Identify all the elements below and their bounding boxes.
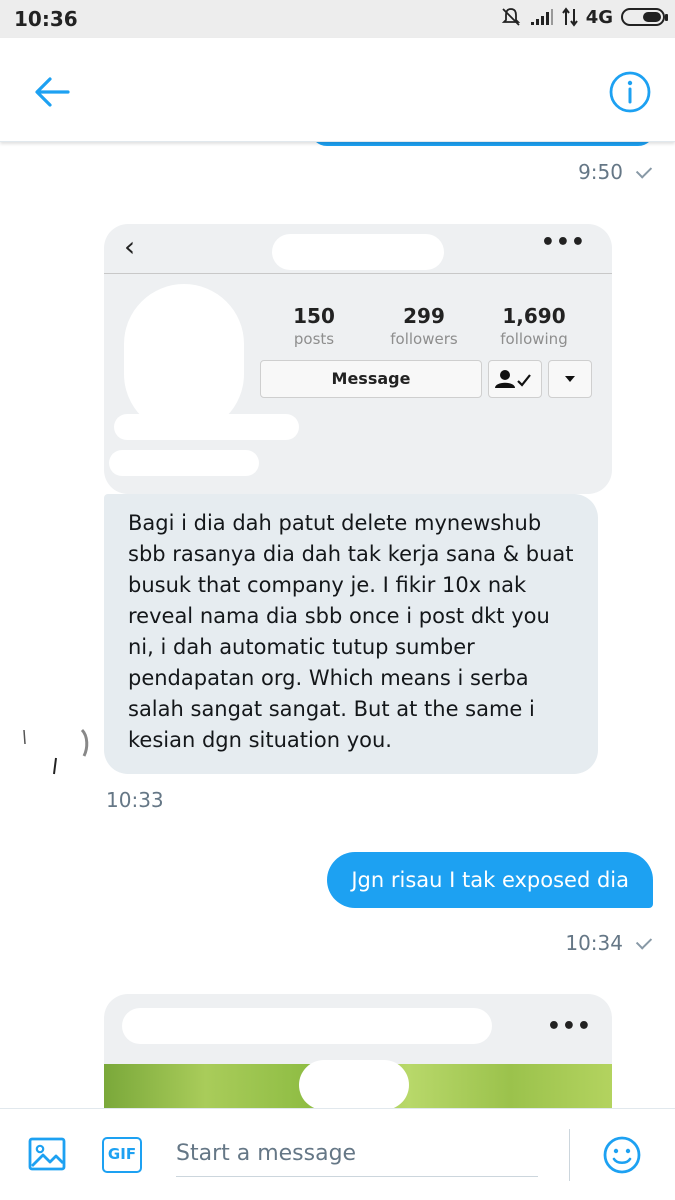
- redaction-mark: [109, 450, 259, 476]
- incoming-message-bubble[interactable]: Bagi i dia dah patut delete mynewshub sb…: [104, 494, 598, 774]
- image-icon[interactable]: [28, 1135, 66, 1173]
- posts-count: 150: [293, 304, 335, 328]
- composer-divider: [569, 1129, 570, 1181]
- more-dots-icon: •••: [540, 230, 586, 255]
- avatar[interactable]: [22, 728, 92, 778]
- posts-label: posts: [293, 330, 335, 348]
- data-arrows-icon: [561, 7, 578, 27]
- image-attachment-profile[interactable]: ‹ ••• 150 posts 299 followers 1,690 foll…: [104, 224, 612, 494]
- conversation-header: [0, 38, 675, 142]
- followers-stat: 299 followers: [374, 304, 474, 348]
- previous-outgoing-bubble: [310, 142, 655, 146]
- message-timestamp: 10:33: [106, 788, 164, 812]
- info-icon[interactable]: [608, 70, 652, 114]
- battery-icon: [621, 8, 668, 26]
- outgoing-message-text: Jgn risau I tak exposed dia: [351, 868, 629, 892]
- following-check-icon: [488, 360, 542, 398]
- signal-icon: [530, 9, 553, 25]
- redaction-mark: [299, 1060, 409, 1108]
- outgoing-message-bubble[interactable]: Jgn risau I tak exposed dia: [327, 852, 653, 908]
- gif-button[interactable]: GIF: [102, 1137, 142, 1173]
- ig-message-button: Message: [260, 360, 482, 398]
- message-timestamp: 9:50: [578, 160, 653, 184]
- chevron-left-icon: ‹: [124, 230, 136, 263]
- redaction-mark: [124, 284, 244, 434]
- network-type: 4G: [585, 6, 613, 28]
- followers-label: followers: [390, 330, 458, 348]
- redaction-mark: [114, 414, 299, 440]
- message-list[interactable]: 9:50 ‹ ••• 150 posts 299 followers 1,690…: [0, 142, 675, 1108]
- following-label: following: [500, 330, 568, 348]
- emoji-icon[interactable]: [602, 1135, 642, 1175]
- image-attachment-post[interactable]: •••: [104, 994, 612, 1108]
- mute-icon: [501, 8, 520, 26]
- redacted-contact-name: [170, 56, 370, 116]
- status-bar: 10:36 4G: [0, 0, 675, 38]
- sent-check-icon: [635, 162, 653, 179]
- message-composer: GIF: [0, 1108, 675, 1200]
- posts-stat: 150 posts: [264, 304, 364, 348]
- arrow-left-icon[interactable]: [30, 70, 74, 114]
- incoming-message-text: Bagi i dia dah patut delete mynewshub sb…: [128, 511, 574, 752]
- redaction-mark: [272, 234, 444, 270]
- following-stat: 1,690 following: [484, 304, 584, 348]
- status-icons: 4G: [500, 6, 668, 28]
- redaction-mark: [122, 1008, 492, 1044]
- dropdown-arrow-icon: [548, 360, 592, 398]
- more-dots-icon: •••: [546, 1014, 592, 1039]
- dm-conversation-screen: 10:36 4G 9:50 ‹ ••• 150 posts 299 follow…: [0, 0, 675, 1200]
- battery-fill: [643, 12, 661, 22]
- status-time: 10:36: [14, 7, 78, 31]
- sent-check-icon: [635, 933, 653, 950]
- message-input[interactable]: [176, 1131, 538, 1177]
- following-count: 1,690: [502, 304, 566, 328]
- followers-count: 299: [403, 304, 445, 328]
- message-timestamp: 10:34: [565, 931, 653, 955]
